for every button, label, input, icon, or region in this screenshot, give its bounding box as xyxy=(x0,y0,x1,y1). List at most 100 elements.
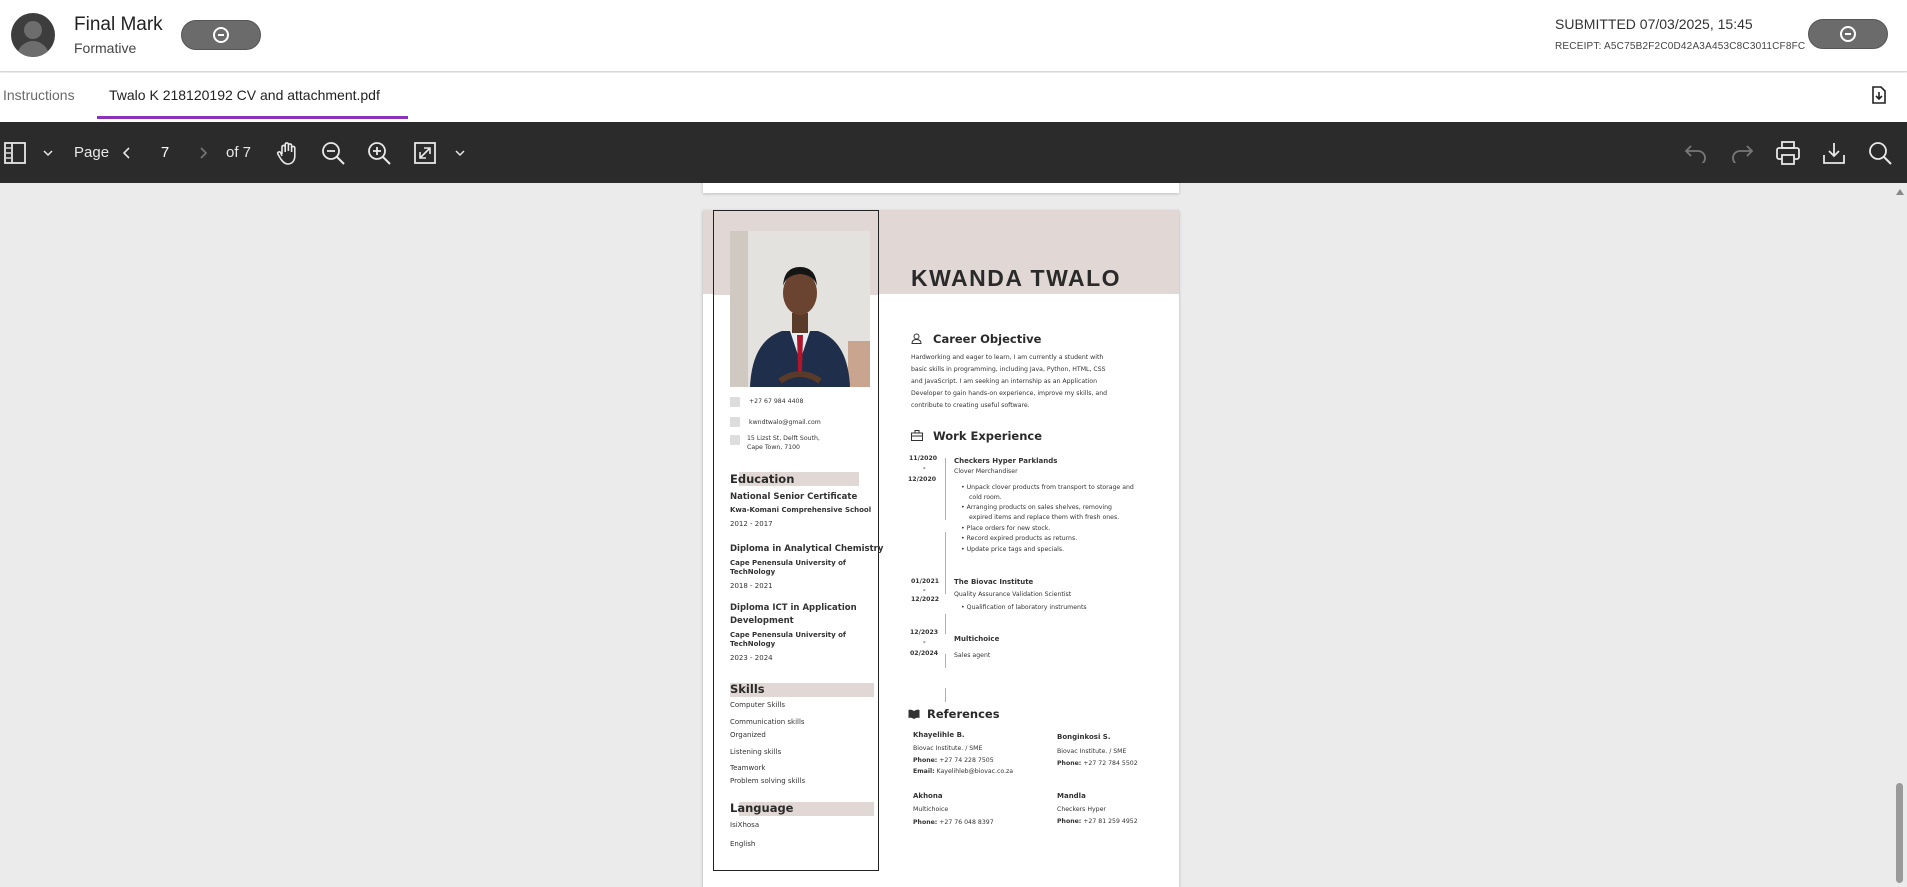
career-text-line: Developer to gain hands-on experience, i… xyxy=(911,390,1108,397)
email-icon xyxy=(730,417,740,427)
job-1-bullet-cont: expired items and replace them with fres… xyxy=(969,514,1120,521)
book-icon xyxy=(908,709,920,719)
collapse-grade-button[interactable] xyxy=(181,20,261,50)
ref-1-phone: Phone: +27 74 228 7505 xyxy=(913,757,994,764)
download-button[interactable] xyxy=(1821,122,1847,183)
person-icon xyxy=(911,333,922,344)
edu-3-years: 2023 - 2024 xyxy=(730,654,773,662)
phone-icon xyxy=(730,397,740,407)
undo-button[interactable] xyxy=(1683,122,1709,183)
page-count: of 7 xyxy=(226,144,252,161)
contact-phone: +27 67 984 4408 xyxy=(749,398,804,405)
edu-1-school: Kwa-Komani Comprehensive School xyxy=(730,506,872,514)
job-2-role: Quality Assurance Validation Scientist xyxy=(954,591,1072,598)
hand-icon xyxy=(276,141,296,165)
ref-2-name: Bonginkosi S. xyxy=(1057,733,1111,741)
skill-item: Listening skills xyxy=(730,748,782,756)
scroll-thumb[interactable] xyxy=(1896,783,1903,883)
print-button[interactable] xyxy=(1775,122,1801,183)
job-2-sep: - xyxy=(923,587,926,594)
minus-circle-icon xyxy=(213,27,229,43)
language-item: IsiXhosa xyxy=(730,821,760,829)
contact-address-line2: Cape Town, 7100 xyxy=(747,444,800,451)
ref-1-email: Email: Kayelihleb@biovac.co.za xyxy=(913,768,1014,775)
zoom-out-icon xyxy=(322,141,345,165)
fit-options-dropdown[interactable] xyxy=(455,122,465,183)
skill-item: Organized xyxy=(730,731,766,739)
skill-item: Problem solving skills xyxy=(730,777,806,785)
scroll-up-arrow-icon[interactable] xyxy=(1896,189,1904,195)
edu-3-school-line1: Cape Penensula University of xyxy=(730,631,846,639)
job-1-bullet: • Arranging products on sales shelves, r… xyxy=(961,504,1112,511)
career-text-line: Hardworking and eager to learn, I am cur… xyxy=(911,354,1104,361)
job-2-from: 01/2021 xyxy=(911,578,940,585)
download-file-icon[interactable] xyxy=(1871,86,1887,104)
pan-tool-button[interactable] xyxy=(275,122,301,183)
job-3-role: Sales agent xyxy=(954,652,991,659)
zoom-out-button[interactable] xyxy=(320,122,346,183)
chevron-right-icon xyxy=(200,146,207,159)
job-1-sep: - xyxy=(923,465,926,472)
pdf-toolbar: Page of 7 xyxy=(0,122,1907,183)
ref-1-name: Khayelihle B. xyxy=(913,731,965,739)
tab-pdf-attachment[interactable]: Twalo K 218120192 CV and attachment.pdf xyxy=(109,87,380,103)
ref-4-phone: Phone: +27 81 259 4952 xyxy=(1057,818,1138,825)
briefcase-icon xyxy=(911,430,923,441)
next-page-button[interactable] xyxy=(199,122,207,183)
job-1-bullet: • Place orders for new stock. xyxy=(961,525,1051,532)
ref-3-name: Akhona xyxy=(913,792,943,800)
search-button[interactable] xyxy=(1867,122,1893,183)
job-3-to: 02/2024 xyxy=(910,650,939,657)
ref-3-org: Multichoice xyxy=(913,806,949,813)
sidebar-toggle-button[interactable] xyxy=(3,122,27,183)
education-heading: Education xyxy=(730,472,795,486)
ref-1-org: Biovac Institute. / SME xyxy=(913,745,983,752)
printer-icon xyxy=(1776,140,1800,165)
edu-3-title-line2: Development xyxy=(730,616,794,626)
edu-3-school-line2: TechNology xyxy=(730,640,776,648)
ref-3-phone: Phone: +27 76 048 8397 xyxy=(913,819,994,826)
location-pin-icon xyxy=(730,435,740,445)
skill-item: Teamwork xyxy=(730,764,766,772)
ref-4-org: Checkers Hyper xyxy=(1057,806,1106,813)
career-text-line: contribute to creating useful software. xyxy=(911,402,1030,409)
job-1-bullet: • Unpack clover products from transport … xyxy=(961,484,1134,491)
work-experience-heading: Work Experience xyxy=(933,429,1043,443)
previous-page-button[interactable] xyxy=(123,122,131,183)
ref-2-org: Biovac Institute. / SME xyxy=(1057,748,1127,755)
vertical-scrollbar[interactable] xyxy=(1893,183,1907,887)
chevron-left-icon xyxy=(123,146,130,159)
job-3-sep: - xyxy=(923,639,926,646)
job-1-from: 11/2020 xyxy=(909,455,938,462)
job-1-role: Clover Merchandiser xyxy=(954,468,1018,475)
redo-button[interactable] xyxy=(1729,122,1755,183)
search-icon xyxy=(1869,141,1892,165)
tab-bar: Instructions Twalo K 218120192 CV and at… xyxy=(0,73,1907,122)
tab-instructions[interactable]: Instructions xyxy=(3,87,75,103)
edu-2-school-line1: Cape Penensula University of xyxy=(730,559,846,567)
redo-icon xyxy=(1732,144,1754,163)
collapse-submission-button[interactable] xyxy=(1808,19,1888,49)
chevron-down-icon xyxy=(43,149,53,156)
receipt-id: RECEIPT: A5C75B2F2C0D42A3A453C8C3011CF8F… xyxy=(1555,41,1806,52)
job-2-bullet: • Qualification of laboratory instrument… xyxy=(961,604,1087,611)
skill-item: Communication skills xyxy=(730,718,805,726)
job-2-to: 12/2022 xyxy=(911,596,940,603)
page-number-input[interactable] xyxy=(143,139,187,166)
job-3-company: Multichoice xyxy=(954,635,1000,643)
pdf-viewer[interactable]: +27 67 984 4408 kwndtwalo@gmail.com 15 L… xyxy=(0,183,1907,887)
edu-1-title: National Senior Certificate xyxy=(730,492,858,502)
edu-3-title-line1: Diploma ICT in Application xyxy=(730,603,857,613)
minus-circle-icon xyxy=(1840,26,1856,42)
sidebar-options-dropdown[interactable] xyxy=(43,122,53,183)
job-1-bullet: • Record expired products as returns. xyxy=(961,535,1078,542)
career-text-line: and JavaScript. I am seeking an internsh… xyxy=(911,378,1097,385)
final-mark-title: Final Mark xyxy=(74,14,163,35)
contact-address-line1: 15 Lizst St, Delft South, xyxy=(747,435,820,442)
fit-page-button[interactable] xyxy=(413,122,437,183)
zoom-in-button[interactable] xyxy=(366,122,392,183)
avatar xyxy=(11,13,55,57)
skills-heading: Skills xyxy=(730,682,765,696)
edu-2-school-line2: TechNology xyxy=(730,568,776,576)
candidate-name: KWANDA TWALO xyxy=(911,265,1122,291)
